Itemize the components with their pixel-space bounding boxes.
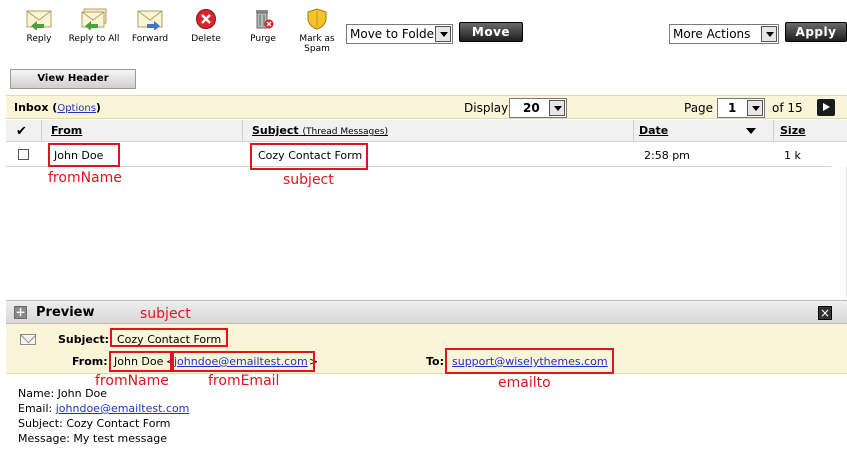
page-label: Page [684,101,714,115]
next-page-button[interactable] [817,99,835,116]
display-count-select[interactable]: 20 [509,98,567,118]
annotation-box-from [48,143,120,167]
preview-bar: + Preview × [6,300,847,324]
sort-descending-icon[interactable] [746,128,756,134]
thread-messages-link[interactable]: (Thread Messages) [302,127,388,137]
expand-plus-icon[interactable]: + [14,306,27,319]
inbox-bar: Inbox (Options) Display 20 Page 1 of 15 [6,95,847,119]
view-header-button[interactable]: View Header [10,69,136,89]
delete-x-icon [196,9,216,29]
apply-button[interactable]: Apply [785,22,847,42]
row-date: 2:58 pm [644,149,690,162]
reply-button[interactable]: Reply [9,8,69,44]
inbox-title: Inbox [14,101,49,114]
preview-to-label: To: [426,355,444,368]
row-checkbox[interactable] [18,149,29,160]
page-value: 1 [728,101,737,115]
body-email-link[interactable]: johndoe@emailtest.com [56,402,190,415]
annotation-label-subject: subject [283,172,334,188]
mark-as-spam-button[interactable]: Mark as Spam [287,8,347,54]
purge-button[interactable]: Purge [233,8,293,44]
chevron-down-icon [549,100,565,116]
more-actions-select[interactable]: More Actions [669,24,779,44]
body-email-line: Email: johndoe@emailtest.com [18,401,189,416]
subject-column-label: Subject [252,124,299,137]
options-link[interactable]: Options [57,103,96,114]
annotation-label-preview-from-email: fromEmail [208,373,280,389]
date-column-header[interactable]: Date [639,124,668,137]
size-column-header[interactable]: Size [780,124,806,137]
annotation-box-preview-from-name [109,351,172,372]
subject-column-header[interactable]: Subject (Thread Messages) [252,124,388,137]
page-select[interactable]: 1 [717,98,765,118]
chevron-down-icon [761,26,777,42]
table-row[interactable]: John Doe Cozy Contact Form 2:58 pm 1 k [6,143,831,167]
close-icon[interactable]: × [818,306,832,320]
move-button[interactable]: Move [459,22,523,42]
chevron-down-icon [747,100,763,116]
body-email-prefix: Email: [18,402,56,415]
page-total: of 15 [772,101,803,115]
from-column-header[interactable]: From [51,124,82,137]
body-message-line: Message: My test message [18,432,167,445]
reply-all-label: Reply to All [68,34,120,44]
annotation-box-preview-subject [110,328,228,347]
annotation-label-preview-to: emailto [498,375,551,391]
annotation-box-subject [250,143,368,170]
reply-label: Reply [26,34,52,44]
forward-button[interactable]: Forward [120,8,180,44]
row-size: 1 k [784,149,801,162]
more-actions-value: More Actions [673,27,751,41]
body-subject-line: Subject: Cozy Contact Form [18,417,171,430]
annotation-box-preview-to [445,348,614,374]
folder-title: Inbox (Options) [14,101,101,114]
preview-subject-label: Subject: [58,333,110,346]
forward-label: Forward [131,34,169,44]
body-name-line: Name: John Doe [18,387,108,400]
message-list-header: ✔ From Subject (Thread Messages) Date Si… [6,120,847,142]
display-count-value: 20 [523,101,540,115]
annotation-label-preview-subject: subject [140,306,191,322]
annotation-box-preview-from-email [172,351,315,372]
select-all-checkmark-icon[interactable]: ✔ [16,124,27,139]
display-label: Display [464,101,509,115]
spam-shield-icon [307,8,327,30]
reply-all-button[interactable]: Reply to All [64,8,124,44]
reply-envelope-icon [26,10,52,30]
chevron-down-icon [435,26,451,42]
purge-label: Purge [250,34,276,44]
delete-label: Delete [191,34,221,44]
delete-button[interactable]: Delete [176,8,236,44]
forward-envelope-icon [137,10,163,30]
move-to-folder-select[interactable]: Move to Folder [346,24,453,44]
move-to-folder-value: Move to Folder [350,27,439,41]
preview-from-label: From: [72,355,108,368]
preview-body: Name: John Doe Email: johndoe@emailtest.… [18,386,189,446]
annotation-label-from: fromName [48,170,122,186]
mark-as-spam-label: Mark as Spam [299,34,335,54]
reply-all-envelope-icon [81,8,107,30]
purge-trash-icon [256,10,274,29]
message-list-empty-area [6,167,847,297]
envelope-icon [20,334,36,345]
preview-title: Preview [36,305,95,320]
